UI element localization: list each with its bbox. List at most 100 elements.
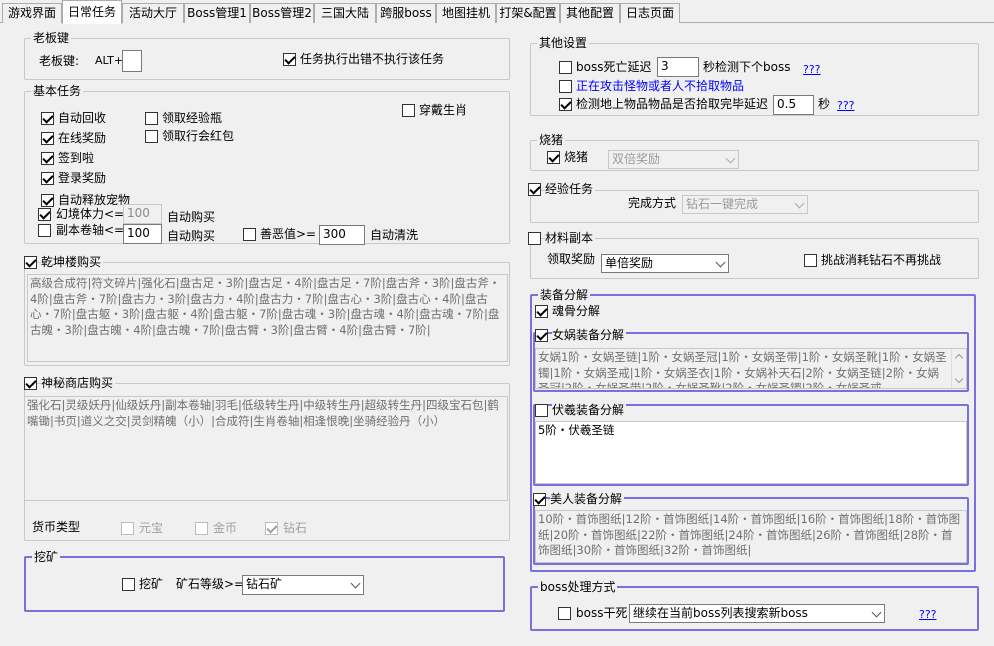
sign-in-label: 签到啦 <box>58 151 95 165</box>
no-challenge-checkbox[interactable] <box>804 254 817 267</box>
nvwa-checkbox[interactable] <box>535 329 548 342</box>
auto-pet-checkbox[interactable] <box>41 194 54 207</box>
boss-kill-label: boss干死 <box>576 606 628 620</box>
zodiac-label: 穿戴生肖 <box>419 103 468 117</box>
pick-delay-input[interactable]: 0.5 <box>773 95 814 115</box>
zodiac-checkbox[interactable] <box>402 104 415 117</box>
tab-three-kingdoms[interactable]: 三国大陆 <box>314 3 376 23</box>
stamina-checkbox[interactable] <box>38 208 51 221</box>
tab-game-ui[interactable]: 游戏界面 <box>2 3 62 23</box>
gold-checkbox[interactable] <box>195 522 208 535</box>
scroll-down-icon <box>954 374 964 384</box>
online-reward-label: 在线奖励 <box>58 131 107 145</box>
auto-recycle-checkbox[interactable] <box>41 112 54 125</box>
chevron-down-icon <box>715 257 726 268</box>
karma-input[interactable]: 300 <box>319 225 365 245</box>
beauty-title: 美人装备分解 <box>550 492 625 506</box>
shop-title: 神秘商店购买 <box>41 376 116 390</box>
sign-in-checkbox[interactable] <box>41 152 54 165</box>
yuanbao-label: 元宝 <box>139 521 164 535</box>
boss-key-group-title: 老板键 <box>31 31 72 45</box>
soul-bone-label: 魂骨分解 <box>552 304 601 318</box>
pig-label: 烧猪 <box>564 150 589 164</box>
boss-delay-help-link[interactable]: ??? <box>803 63 821 77</box>
tab-other-config[interactable]: 其他配置 <box>560 3 620 23</box>
auto-wash-label: 自动清洗 <box>370 228 419 242</box>
auto-recycle-label: 自动回收 <box>58 111 107 125</box>
scroll-up-icon <box>954 353 964 363</box>
pig-group: 烧猪 <box>530 133 979 171</box>
yuanbao-checkbox[interactable] <box>121 522 134 535</box>
qiankun-title: 乾坤楼购买 <box>41 255 104 269</box>
fuxi-items-text[interactable]: 5阶・伏羲圣链 <box>535 421 967 484</box>
material-checkbox[interactable] <box>528 232 541 245</box>
tab-fight-config[interactable]: 打架&配置 <box>496 3 560 23</box>
tab-boss-1[interactable]: Boss管理1 <box>184 3 250 23</box>
boss-delay-suffix: 秒检测下个boss <box>703 60 791 74</box>
beauty-checkbox[interactable] <box>533 493 546 506</box>
login-reward-checkbox[interactable] <box>41 172 54 185</box>
mining-checkbox[interactable] <box>122 578 135 591</box>
boss-key-prefix: ALT+ <box>95 54 124 67</box>
skip-on-error-checkbox[interactable] <box>283 53 296 66</box>
exp-task-mode-value: 钻石一键完成 <box>686 197 759 211</box>
tab-boss-2[interactable]: Boss管理2 <box>250 3 314 23</box>
nvwa-scrollbar[interactable] <box>951 349 966 388</box>
ore-level-select[interactable]: 钻石矿 <box>242 575 364 595</box>
nvwa-items-text[interactable]: 女娲1阶・女娲圣链|1阶・女娲圣冠|1阶・女娲圣带|1阶・女娲圣靴|1阶・女娲圣… <box>535 348 967 389</box>
scroll-input[interactable]: 100 <box>123 224 162 244</box>
pick-delay-label: 检测地上物品物品是否拾取完毕延迟 <box>576 97 769 111</box>
pick-delay-checkbox[interactable] <box>559 98 572 111</box>
shop-checkbox[interactable] <box>24 377 37 390</box>
tab-log[interactable]: 日志页面 <box>620 3 680 23</box>
shop-items-text[interactable]: 强化石|灵级妖丹|仙级妖丹|副本卷轴|羽毛|低级转生丹|中级转生丹|超级转生丹|… <box>24 396 508 501</box>
boss-handling-select[interactable]: 继续在当前boss列表搜索新boss <box>629 604 885 623</box>
boss-handling-help-link[interactable]: ??? <box>919 608 937 622</box>
online-reward-checkbox[interactable] <box>41 132 54 145</box>
tab-cross-server-boss[interactable]: 跨服boss <box>376 3 436 23</box>
fuxi-checkbox[interactable] <box>535 404 548 417</box>
tab-bar: 游戏界面 日常任务 活动大厅 Boss管理1 Boss管理2 三国大陆 跨服bo… <box>0 0 994 24</box>
boss-key-input[interactable] <box>122 50 142 72</box>
stamina-input[interactable]: 100 <box>123 204 162 224</box>
pick-delay-help-link[interactable]: ??? <box>837 99 855 113</box>
nvwa-items-content: 女娲1阶・女娲圣链|1阶・女娲圣冠|1阶・女娲圣带|1阶・女娲圣靴|1阶・女娲圣… <box>538 350 947 389</box>
tab-map-afk[interactable]: 地图挂机 <box>436 3 496 23</box>
no-pick-label: 正在攻击怪物或者人不拾取物品 <box>576 79 745 93</box>
auto-buy-2-label: 自动购买 <box>167 229 216 243</box>
karma-checkbox[interactable] <box>243 228 256 241</box>
material-title: 材料副本 <box>545 231 596 245</box>
mining-label: 挖矿 <box>139 577 164 591</box>
scroll-checkbox[interactable] <box>38 224 51 237</box>
material-reward-select[interactable]: 单倍奖励 <box>601 254 729 273</box>
diamond-checkbox[interactable] <box>265 522 278 535</box>
other-settings-title: 其他设置 <box>537 36 590 50</box>
currency-type-label: 货币类型 <box>32 520 81 534</box>
no-pick-checkbox[interactable] <box>559 80 572 93</box>
pig-checkbox[interactable] <box>547 151 560 164</box>
exp-task-mode-select[interactable]: 钻石一键完成 <box>682 195 808 214</box>
boss-kill-checkbox[interactable] <box>558 607 571 620</box>
soul-bone-checkbox[interactable] <box>535 305 548 318</box>
exp-task-checkbox[interactable] <box>528 183 541 196</box>
tab-events[interactable]: 活动大厅 <box>122 3 184 23</box>
guild-packet-checkbox[interactable] <box>145 130 158 143</box>
exp-bottle-label: 领取经验瓶 <box>162 111 223 125</box>
chevron-down-icon <box>871 607 882 618</box>
diamond-label: 钻石 <box>283 521 308 535</box>
qiankun-checkbox[interactable] <box>24 256 37 269</box>
karma-label: 善恶值>= <box>260 227 317 241</box>
pick-delay-suffix: 秒 <box>818 97 831 111</box>
boss-delay-checkbox[interactable] <box>559 61 572 74</box>
tab-daily-tasks[interactable]: 日常任务 <box>62 0 122 24</box>
chevron-down-icon <box>350 578 361 589</box>
beauty-items-text[interactable]: 10阶・首饰图纸|12阶・首饰图纸|14阶・首饰图纸|16阶・首饰图纸|18阶・… <box>535 510 967 563</box>
qiankun-items-text[interactable]: 高级合成符|符文碎片|强化石|盘古足・3阶|盘古足・4阶|盘古足・7阶|盘古斧・… <box>27 274 508 362</box>
auto-buy-1-label: 自动购买 <box>167 210 216 224</box>
chevron-down-icon <box>794 198 805 209</box>
boss-delay-input[interactable]: 3 <box>657 57 699 77</box>
skip-on-error-label: 任务执行出错不执行该任务 <box>300 52 445 66</box>
exp-bottle-checkbox[interactable] <box>145 112 158 125</box>
basic-tasks-title: 基本任务 <box>31 84 84 98</box>
pig-select[interactable]: 双倍奖励 <box>608 150 739 169</box>
